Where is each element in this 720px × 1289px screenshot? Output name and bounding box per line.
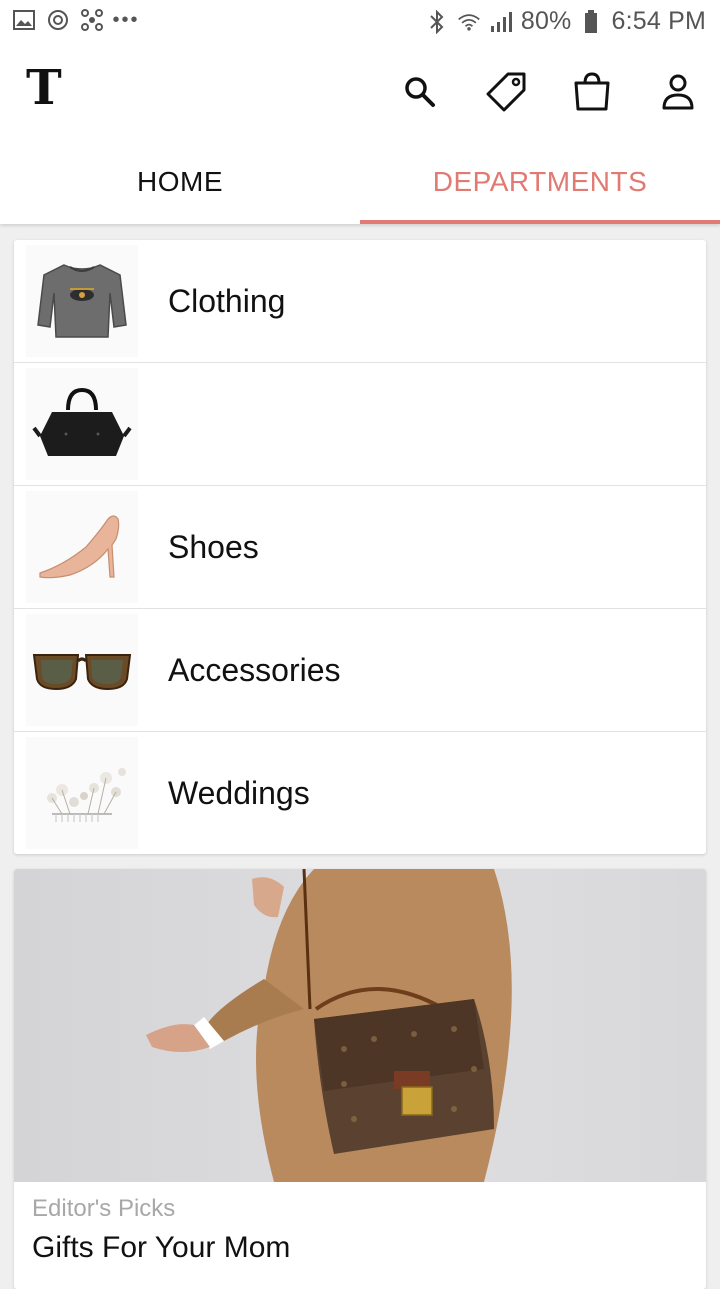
handbag-icon (26, 368, 138, 480)
card-kicker: Editor's Picks (32, 1195, 176, 1222)
sync-icon (46, 8, 70, 32)
bluetooth-icon (425, 9, 449, 34)
list-item-label: Accessories (168, 651, 341, 688)
battery-icon (579, 9, 603, 34)
signal-icon (489, 10, 513, 34)
battery-percent: 80% (520, 7, 572, 35)
list-item-handbags[interactable] (14, 363, 706, 486)
list-item-weddings[interactable]: Weddings (14, 732, 706, 854)
search-icon[interactable] (398, 70, 442, 114)
list-item-label: Shoes (168, 528, 259, 565)
more-dots-icon: ••• (112, 8, 140, 31)
list-item-label: Weddings (168, 774, 310, 811)
heel-icon (26, 491, 138, 603)
list-item-clothing[interactable]: Clothing (14, 240, 706, 363)
list-item-label: Clothing (168, 282, 286, 319)
editors-picks-card[interactable]: Editor's Picks Gifts For Your Mom (14, 869, 706, 1289)
wifi-icon (457, 10, 481, 34)
card-title: Gifts For Your Mom (32, 1231, 291, 1264)
clock: 6:54 PM (611, 7, 706, 35)
tab-bar: HOME DEPARTMENTS (0, 140, 720, 224)
flowers-icon (26, 737, 138, 849)
departments-list: Clothing Shoes Accessories Weddings (14, 240, 706, 854)
app-logo[interactable]: T (26, 60, 62, 116)
list-item-accessories[interactable]: Accessories (14, 609, 706, 732)
list-item-shoes[interactable]: Shoes (14, 486, 706, 609)
status-bar: ••• 80% 6:54 PM (0, 0, 720, 42)
gallery-icon (12, 8, 36, 32)
account-icon[interactable] (656, 70, 700, 114)
bag-icon[interactable] (570, 70, 614, 114)
tab-home[interactable]: HOME (0, 140, 360, 224)
hero-image (14, 869, 706, 1182)
sunglasses-icon (26, 614, 138, 726)
tab-departments[interactable]: DEPARTMENTS (360, 140, 720, 224)
network-icon (80, 8, 104, 32)
app-header: T (0, 42, 720, 140)
active-tab-indicator (360, 220, 720, 224)
sweater-icon (26, 245, 138, 357)
tag-icon[interactable] (484, 70, 528, 114)
